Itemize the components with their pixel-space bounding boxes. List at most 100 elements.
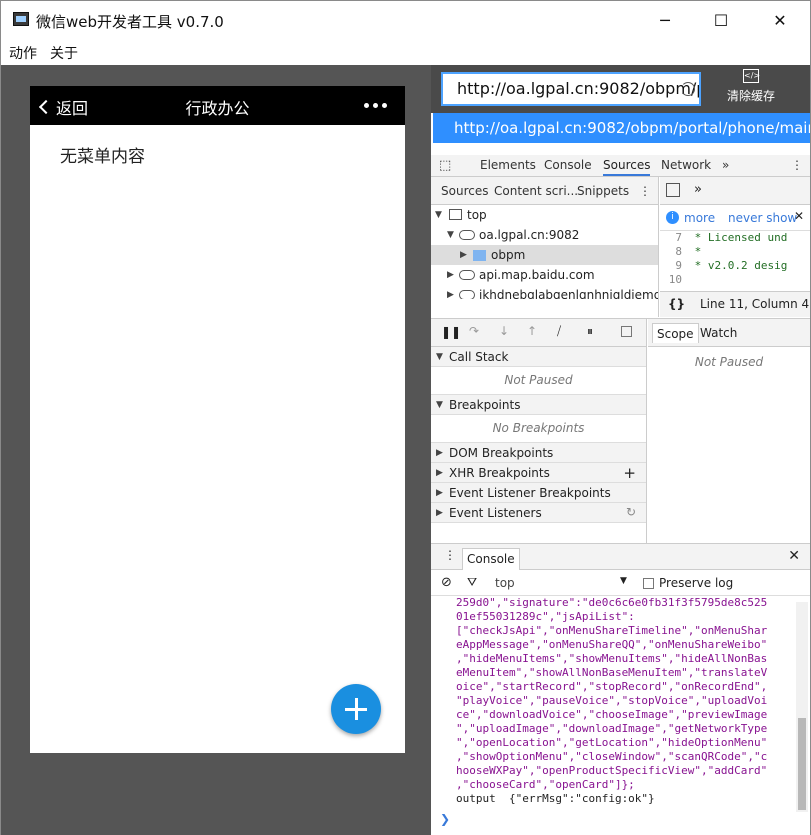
simulator-area: 返回 行政办公 无菜单内容 — [1, 65, 431, 835]
section-dom-breakpoints[interactable]: ▶ DOM Breakpoints — [431, 443, 646, 463]
info-more-link[interactable]: more — [684, 211, 715, 225]
subtab-sources[interactable]: Sources — [441, 184, 488, 198]
section-label: DOM Breakpoints — [449, 446, 554, 460]
clear-console-icon[interactable]: ⊘ — [441, 575, 452, 590]
pause-on-exceptions-icon[interactable]: ⏸ — [587, 324, 593, 339]
code-line: 9 * v2.0.2 desig — [660, 259, 810, 273]
minimize-button[interactable]: ─ — [642, 1, 688, 39]
collapse-icon: ▶ — [460, 250, 467, 260]
more-tabs-icon[interactable]: » — [694, 182, 702, 197]
console-line: ,"chooseCard","openCard"]}; — [456, 778, 635, 791]
sources-navigator: Sources Content scri... Snippets ⋮ ▼ top… — [431, 177, 659, 317]
section-event-listeners[interactable]: ▶ Event Listeners ↻ — [431, 503, 646, 523]
refresh-icon[interactable] — [681, 82, 695, 96]
close-button[interactable]: ✕ — [757, 1, 803, 39]
url-input[interactable]: http://oa.lgpal.cn:9082/obpm/por — [441, 72, 701, 106]
maximize-button[interactable]: ☐ — [698, 1, 744, 39]
kebab-menu-icon[interactable]: ⋮ — [444, 548, 456, 562]
scrollbar-thumb[interactable] — [798, 718, 806, 810]
menu-bar: 动作 关于 — [1, 39, 810, 65]
console-line: oice","startRecord","stopRecord","onReco… — [456, 680, 768, 693]
clear-cache-button[interactable]: </> 清除缓存 — [721, 69, 781, 104]
section-breakpoints[interactable]: ▼ Breakpoints — [431, 395, 646, 415]
console-line: eMenuItem","showAllNonBaseMenuItem","tra… — [456, 666, 768, 679]
subtab-snippets[interactable]: Snippets — [577, 184, 629, 198]
url-suggestion[interactable]: http://oa.lgpal.cn:9082/obpm/portal/phon… — [433, 113, 810, 143]
collapse-icon: ▶ — [436, 488, 443, 498]
tree-item-obpm[interactable]: ▶ obpm — [431, 245, 658, 265]
close-icon[interactable]: ✕ — [788, 548, 800, 564]
console-line: ","openLocation","getLocation","hideOpti… — [456, 736, 768, 749]
subtab-content-scripts[interactable]: Content scri... — [494, 184, 578, 198]
filter-icon[interactable]: ⛛ — [467, 575, 477, 590]
tree-item-top[interactable]: ▼ top — [431, 205, 658, 225]
console-line: "playVoice","pauseVoice","stopVoice","up… — [456, 694, 768, 707]
inspect-icon[interactable]: ⬚ — [439, 158, 451, 173]
section-call-stack[interactable]: ▼ Call Stack — [431, 347, 646, 367]
clear-cache-label: 清除缓存 — [726, 89, 775, 103]
kebab-menu-icon[interactable]: ⋮ — [639, 184, 651, 198]
async-checkbox[interactable] — [621, 326, 632, 337]
step-into-icon[interactable]: ↓ — [499, 324, 509, 338]
section-event-listener-breakpoints[interactable]: ▶ Event Listener Breakpoints — [431, 483, 646, 503]
frame-icon — [449, 209, 462, 220]
tree-item-domain[interactable]: ▼ oa.lgpal.cn:9082 — [431, 225, 658, 245]
toggle-sidebar-icon[interactable] — [666, 183, 680, 197]
console-prompt-icon[interactable]: ❯ — [440, 812, 450, 826]
pretty-print-icon[interactable]: {} — [668, 297, 685, 311]
tab-console-drawer[interactable]: Console — [462, 548, 520, 570]
collapse-icon: ▶ — [447, 270, 454, 280]
section-xhr-breakpoints[interactable]: ▶ XHR Breakpoints + — [431, 463, 646, 483]
app-window: 微信web开发者工具 v0.7.0 ─ ☐ ✕ 动作 关于 返回 行政办公 无菜… — [0, 0, 811, 835]
menu-about[interactable]: 关于 — [50, 43, 78, 63]
console-line: 259d0","signature":"de0c6c6e0fb31f3f5795… — [456, 596, 768, 609]
chevron-down-icon[interactable]: ▼ — [620, 576, 627, 586]
debugger-pane: ❚❚ ↷ ↓ ↑ ⧸ ⏸ ▼ Call Stack Not Paused ▼ Bre… — [431, 318, 810, 544]
tab-console[interactable]: Console — [544, 158, 592, 172]
section-label: Call Stack — [449, 350, 509, 364]
code-line: 10 — [660, 273, 810, 287]
deactivate-breakpoints-icon[interactable]: ⧸ — [557, 324, 561, 339]
plus-icon[interactable]: + — [623, 464, 636, 482]
console-line: output {"errMsg":"config:ok"} — [456, 792, 655, 805]
tree-item-baidu[interactable]: ▶ api.map.baidu.com — [431, 265, 658, 285]
pause-icon[interactable]: ❚❚ — [441, 325, 461, 339]
section-label: XHR Breakpoints — [449, 466, 550, 480]
console-line: hooseWXPay","openProductSpecificView","a… — [456, 764, 768, 777]
tab-network[interactable]: Network — [661, 158, 711, 172]
tab-elements[interactable]: Elements — [480, 158, 536, 172]
line-number: 7 — [675, 231, 682, 244]
console-line: ,"showOptionMenu","closeWindow","scanQRC… — [456, 750, 768, 763]
devtools-tabs: ⬚ Elements Console Sources Network » ⋮ — [431, 155, 810, 177]
console-line: eAppMessage","onMenuShareQQ","onMenuShar… — [456, 638, 768, 651]
console-line: 01ef55031289c","jsApiList": — [456, 610, 635, 623]
add-button[interactable] — [331, 684, 381, 734]
tab-scope[interactable]: Scope — [652, 323, 699, 343]
collapse-icon: ▶ — [436, 468, 443, 478]
tree-label: top — [467, 208, 487, 222]
kebab-menu-icon[interactable]: ⋮ — [791, 158, 803, 172]
collapse-icon: ▶ — [447, 290, 454, 299]
more-menu-icon[interactable] — [364, 103, 387, 108]
more-tabs-icon[interactable]: » — [722, 158, 729, 172]
expand-icon: ▼ — [435, 210, 442, 220]
menu-actions[interactable]: 动作 — [9, 43, 37, 63]
close-icon[interactable]: ✕ — [794, 209, 804, 223]
console-scrollbar[interactable] — [796, 602, 808, 812]
tab-watch[interactable]: Watch — [700, 326, 737, 340]
phone-navbar: 返回 行政办公 — [30, 86, 405, 125]
console-drawer: ⋮ Console ✕ ⊘ ⛛ top ▼ Preserve log 259d0… — [431, 543, 810, 835]
info-icon: i — [666, 211, 679, 224]
code-text: * Licensed und — [688, 231, 788, 244]
preserve-log-checkbox[interactable] — [643, 578, 654, 589]
expand-icon: ▼ — [436, 400, 443, 410]
step-out-icon[interactable]: ↑ — [527, 324, 537, 338]
tree-item-extension[interactable]: ▶ ikhdnebglabgenlgnhnjgldiemd — [431, 285, 658, 299]
refresh-icon[interactable]: ↻ — [626, 505, 636, 519]
code-text: * v2.0.2 desig — [688, 259, 788, 272]
info-never-show-link[interactable]: never show — [728, 211, 797, 225]
line-number: 9 — [675, 259, 682, 272]
context-select[interactable]: top — [495, 576, 515, 590]
step-over-icon[interactable]: ↷ — [469, 324, 479, 338]
tab-sources[interactable]: Sources — [603, 158, 651, 176]
